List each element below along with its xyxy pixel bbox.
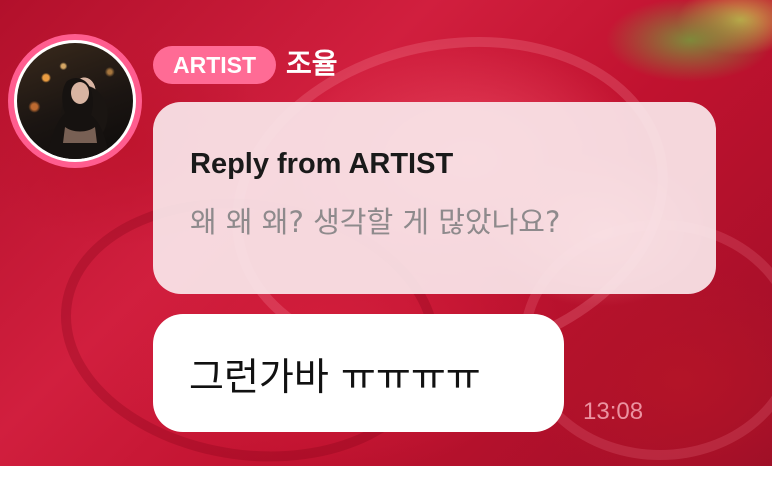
quoted-message: 왜 왜 왜? 생각할 게 많았나요? xyxy=(190,205,561,239)
artist-badge: ARTIST xyxy=(153,46,277,84)
message-text: 그런가바 ㅠㅠㅠㅠ xyxy=(189,354,481,399)
artist-avatar[interactable] xyxy=(8,34,142,168)
avatar-photo xyxy=(17,43,133,159)
reply-bubble[interactable]: Reply from ARTIST 왜 왜 왜? 생각할 게 많았나요? xyxy=(153,102,716,294)
sender-name[interactable]: 조율 xyxy=(286,44,338,84)
reply-title: Reply from ARTIST xyxy=(190,148,454,180)
message-timestamp: 13:08 xyxy=(583,398,644,425)
avatar-border xyxy=(14,40,136,162)
person-silhouette-icon xyxy=(47,78,109,159)
message-bubble[interactable]: 그런가바 ㅠㅠㅠㅠ xyxy=(153,314,564,432)
